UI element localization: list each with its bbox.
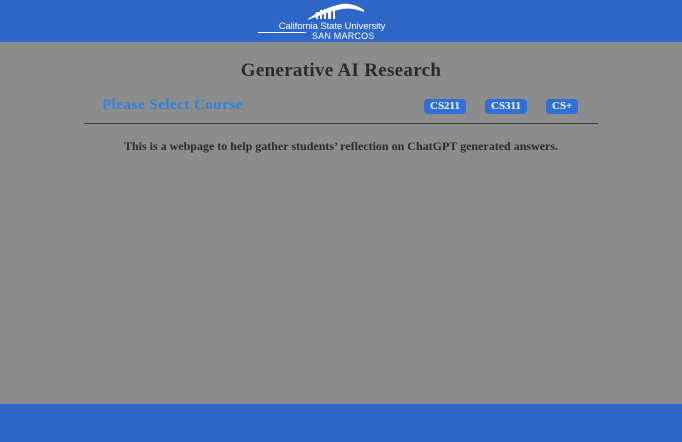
intro-text: This is a webpage to help gather student… [123,139,559,153]
page-title: Generative AI Research [240,60,442,81]
section-divider [84,123,598,124]
logo-rule [258,32,306,33]
select-course-label: Please Select Course [102,97,243,113]
university-logo[interactable]: California State University SAN MARCOS [256,0,408,42]
site-header: California State University SAN MARCOS [0,0,682,42]
course-button-cs-plus[interactable]: CS+ [546,99,579,114]
university-skyline-icon [308,3,364,21]
course-button-cs211[interactable]: CS211 [424,99,466,114]
site-footer [0,404,682,442]
course-button-cs311[interactable]: CS311 [485,99,527,114]
logo-campus-name: SAN MARCOS [312,31,375,41]
